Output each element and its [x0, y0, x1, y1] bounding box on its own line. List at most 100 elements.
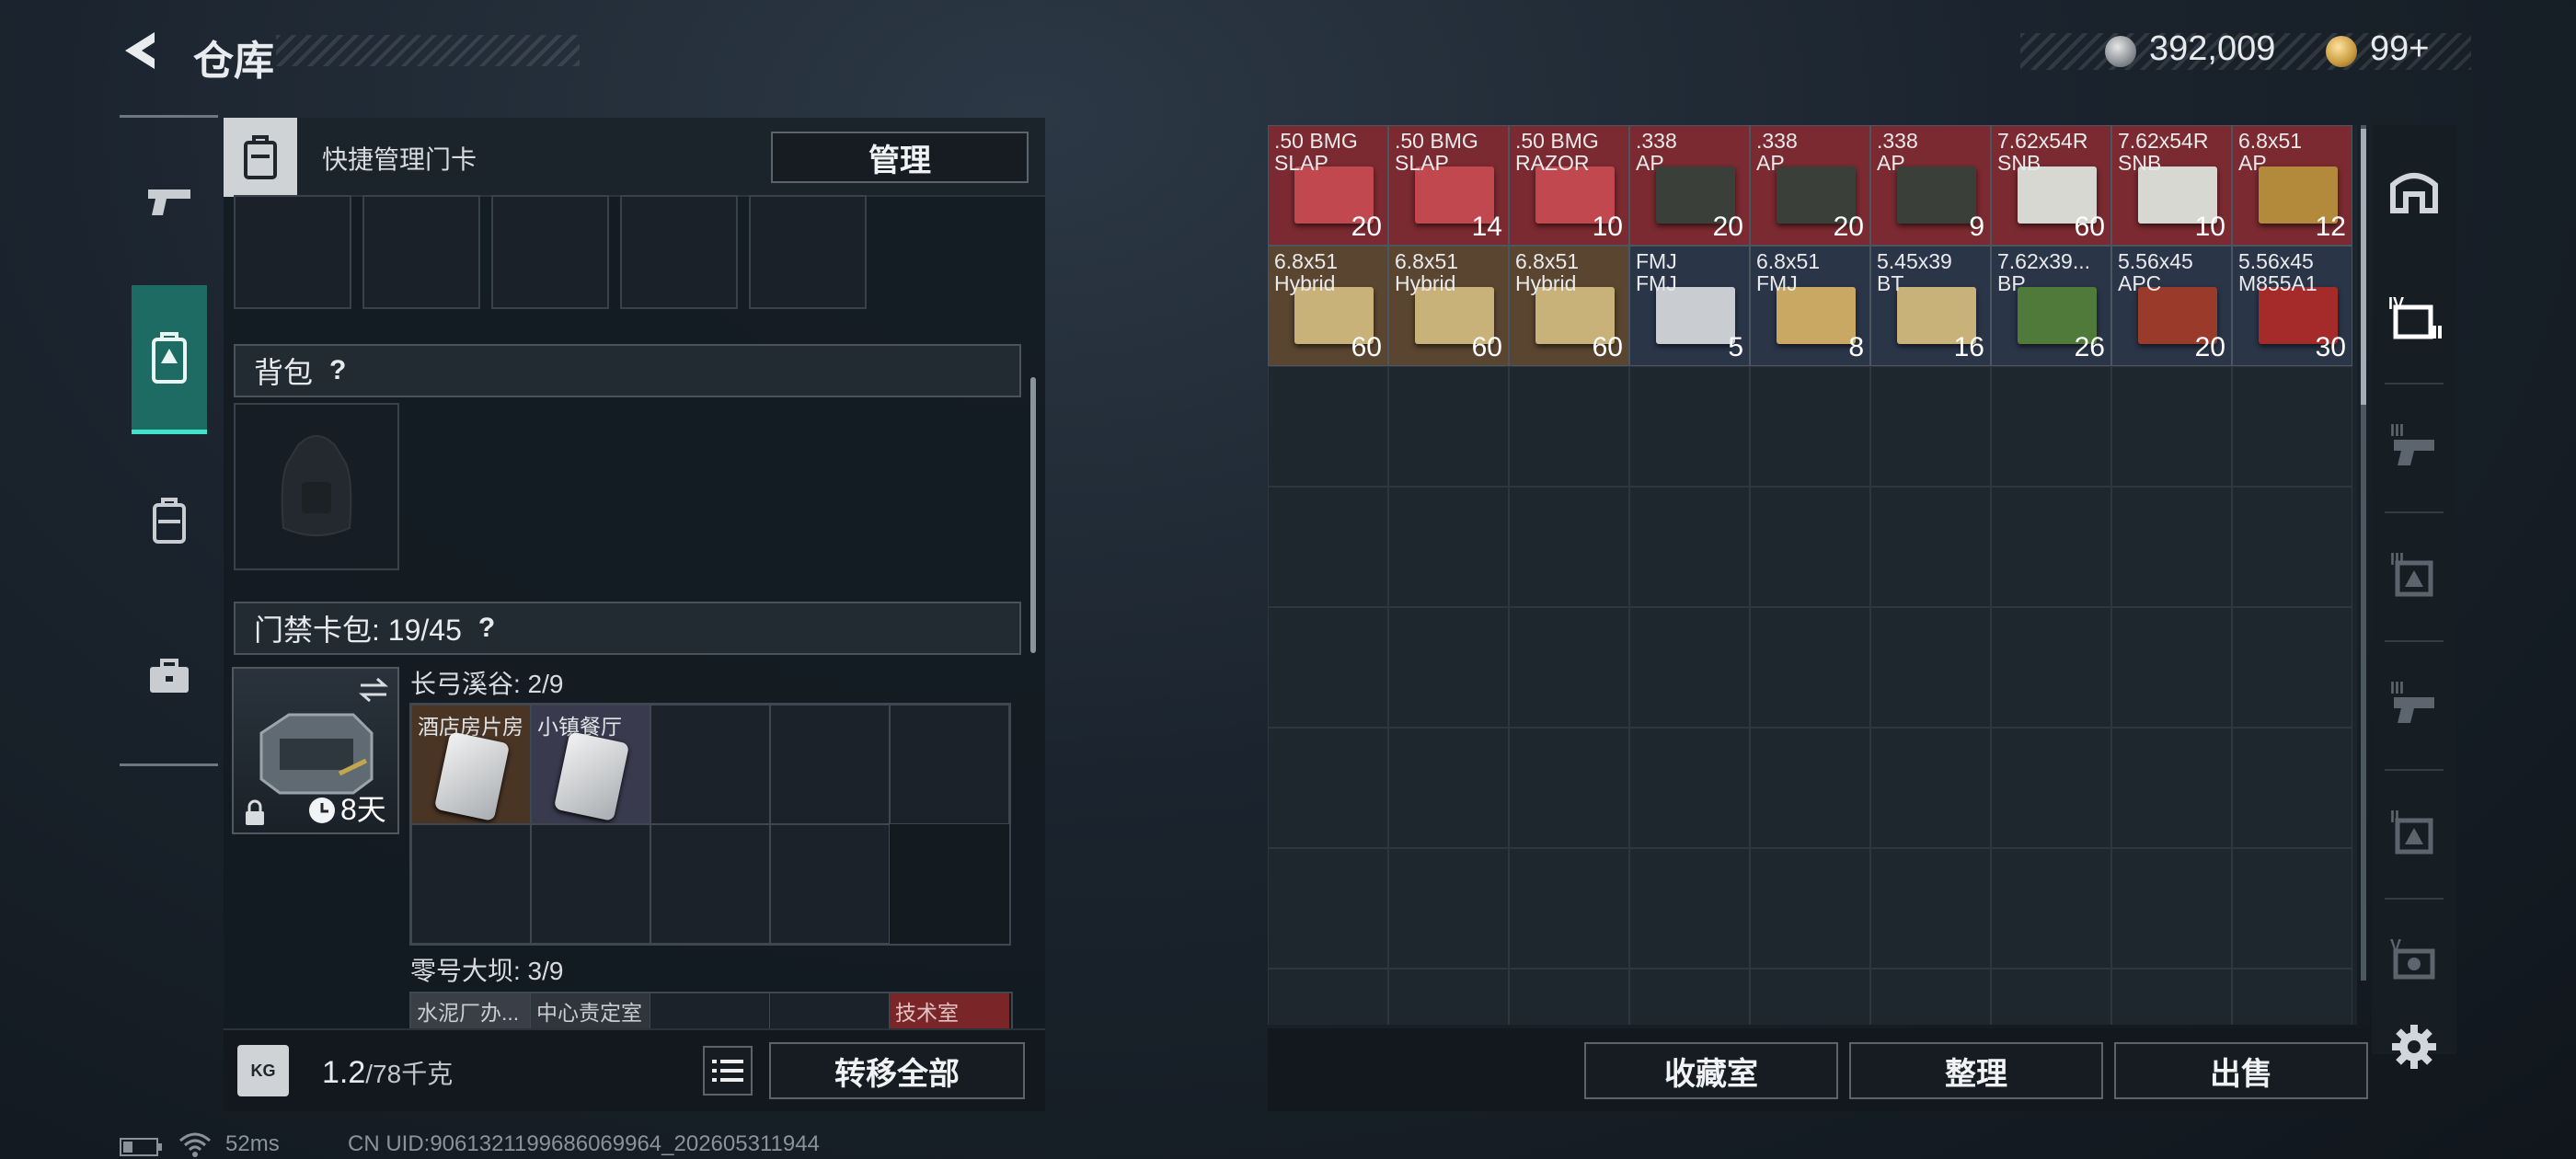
manage-button[interactable]: 管理	[771, 132, 1029, 183]
stash-item[interactable]: 5.45x39 BT 16	[1870, 246, 1991, 366]
stash-tab-iv[interactable]: IV	[2372, 259, 2456, 373]
empty-stash-cell[interactable]	[1509, 728, 1629, 848]
empty-stash-cell[interactable]	[2111, 728, 2232, 848]
empty-stash-cell[interactable]	[1991, 366, 2111, 487]
swap-icon[interactable]	[357, 676, 390, 704]
card-slot[interactable]	[749, 195, 867, 309]
back-arrow-icon[interactable]	[118, 28, 164, 74]
stash-item[interactable]: .50 BMG RAZOR 10	[1509, 125, 1629, 246]
stash-item[interactable]: 7.62x54R SNB 10	[2111, 125, 2232, 246]
card-slot[interactable]	[491, 195, 609, 309]
keycard-item[interactable]: 小镇餐厅	[531, 705, 650, 824]
rail-item-weapons[interactable]	[120, 129, 218, 276]
keycard-label[interactable]: 水泥厂办...	[411, 993, 531, 1028]
stash-item[interactable]: 6.8x51 AP 12	[2232, 125, 2352, 246]
stash-item[interactable]: 6.8x51 Hybrid 60	[1268, 246, 1388, 366]
keycard-label[interactable]: 技术室	[890, 993, 1009, 1028]
backpack-help-icon[interactable]: ?	[329, 355, 346, 386]
settings-button[interactable]	[2388, 1021, 2440, 1073]
stash-item[interactable]: FMJ FMJ 5	[1629, 246, 1750, 366]
empty-stash-cell[interactable]	[2232, 969, 2352, 1025]
empty-stash-cell[interactable]	[2111, 969, 2232, 1025]
empty-card-slot[interactable]	[650, 824, 770, 944]
card-slot[interactable]	[620, 195, 738, 309]
card-slot[interactable]	[234, 195, 351, 309]
stash-item[interactable]: 5.56x45 APC 20	[2111, 246, 2232, 366]
stash-item[interactable]: .338 AP 9	[1870, 125, 1991, 246]
stash-tab-ii[interactable]: II	[2372, 773, 2456, 887]
empty-card-slot[interactable]	[770, 993, 890, 1028]
empty-stash-cell[interactable]	[1870, 607, 1991, 728]
stash-tab-home[interactable]	[2372, 134, 2456, 248]
keycard-label[interactable]: 中心责定室	[531, 993, 650, 1028]
empty-card-slot[interactable]	[890, 705, 1009, 824]
empty-stash-cell[interactable]	[1509, 848, 1629, 969]
empty-card-slot[interactable]	[531, 824, 650, 944]
empty-stash-cell[interactable]	[1388, 607, 1509, 728]
empty-stash-cell[interactable]	[1870, 366, 1991, 487]
empty-stash-cell[interactable]	[1870, 487, 1991, 607]
stash-item[interactable]: .338 AP 20	[1750, 125, 1870, 246]
stash-item[interactable]: 7.62x54R SNB 60	[1991, 125, 2111, 246]
empty-stash-cell[interactable]	[2232, 728, 2352, 848]
stash-tab-iii-a[interactable]: III	[2372, 386, 2456, 500]
empty-stash-cell[interactable]	[1509, 607, 1629, 728]
empty-stash-cell[interactable]	[2111, 487, 2232, 607]
keycard-case-slot[interactable]: 8天	[232, 667, 399, 834]
stash-item[interactable]: 6.8x51 Hybrid 60	[1509, 246, 1629, 366]
empty-stash-cell[interactable]	[1268, 607, 1388, 728]
empty-stash-cell[interactable]	[1629, 969, 1750, 1025]
empty-card-slot[interactable]	[650, 993, 770, 1028]
empty-stash-cell[interactable]	[1870, 969, 1991, 1025]
empty-card-slot[interactable]	[411, 824, 531, 944]
empty-stash-cell[interactable]	[1388, 728, 1509, 848]
empty-stash-cell[interactable]	[1991, 728, 2111, 848]
stash-scrollbar-thumb[interactable]	[2361, 129, 2366, 405]
stash-item[interactable]: 7.62x39... BP 26	[1991, 246, 2111, 366]
empty-stash-cell[interactable]	[1629, 728, 1750, 848]
panel-scrollbar[interactable]	[1030, 377, 1036, 653]
empty-stash-cell[interactable]	[2232, 487, 2352, 607]
stash-item[interactable]: .338 AP 20	[1629, 125, 1750, 246]
empty-stash-cell[interactable]	[1388, 366, 1509, 487]
empty-stash-cell[interactable]	[2111, 366, 2232, 487]
empty-stash-cell[interactable]	[2111, 848, 2232, 969]
empty-stash-cell[interactable]	[1870, 728, 1991, 848]
empty-stash-cell[interactable]	[2111, 607, 2232, 728]
empty-stash-cell[interactable]	[1629, 848, 1750, 969]
empty-stash-cell[interactable]	[1388, 848, 1509, 969]
stash-item[interactable]: .50 BMG SLAP 20	[1268, 125, 1388, 246]
stash-tab-v[interactable]: V	[2372, 901, 2456, 1016]
rail-item-toolbox[interactable]	[120, 602, 218, 750]
empty-stash-cell[interactable]	[1991, 969, 2111, 1025]
empty-stash-cell[interactable]	[2232, 607, 2352, 728]
stash-item[interactable]: .50 BMG SLAP 14	[1388, 125, 1509, 246]
empty-stash-cell[interactable]	[1750, 607, 1870, 728]
empty-stash-cell[interactable]	[1991, 607, 2111, 728]
gold-currency-value[interactable]: 99+	[2370, 29, 2429, 69]
stash-tab-iii-c[interactable]: III	[2372, 644, 2456, 758]
empty-stash-cell[interactable]	[1750, 728, 1870, 848]
empty-stash-cell[interactable]	[1268, 487, 1388, 607]
stash-tab-iii-b[interactable]: III	[2372, 515, 2456, 629]
empty-stash-cell[interactable]	[1750, 848, 1870, 969]
empty-card-slot[interactable]	[770, 824, 890, 944]
empty-stash-cell[interactable]	[1991, 487, 2111, 607]
empty-stash-cell[interactable]	[1509, 487, 1629, 607]
list-view-button[interactable]	[703, 1046, 753, 1096]
empty-stash-cell[interactable]	[1870, 848, 1991, 969]
empty-card-slot[interactable]	[650, 705, 770, 824]
empty-stash-cell[interactable]	[1388, 969, 1509, 1025]
keycard-item[interactable]: 酒店房片房	[411, 705, 531, 824]
transfer-all-button[interactable]: 转移全部	[769, 1042, 1025, 1099]
empty-stash-cell[interactable]	[1509, 366, 1629, 487]
empty-stash-cell[interactable]	[1750, 366, 1870, 487]
empty-stash-cell[interactable]	[2232, 366, 2352, 487]
empty-stash-cell[interactable]	[1268, 969, 1388, 1025]
stash-item[interactable]: 6.8x51 FMJ 8	[1750, 246, 1870, 366]
empty-stash-cell[interactable]	[1750, 969, 1870, 1025]
empty-stash-cell[interactable]	[1509, 969, 1629, 1025]
empty-stash-cell[interactable]	[1629, 487, 1750, 607]
empty-stash-cell[interactable]	[1991, 848, 2111, 969]
collection-room-button[interactable]: 收藏室	[1584, 1042, 1838, 1099]
